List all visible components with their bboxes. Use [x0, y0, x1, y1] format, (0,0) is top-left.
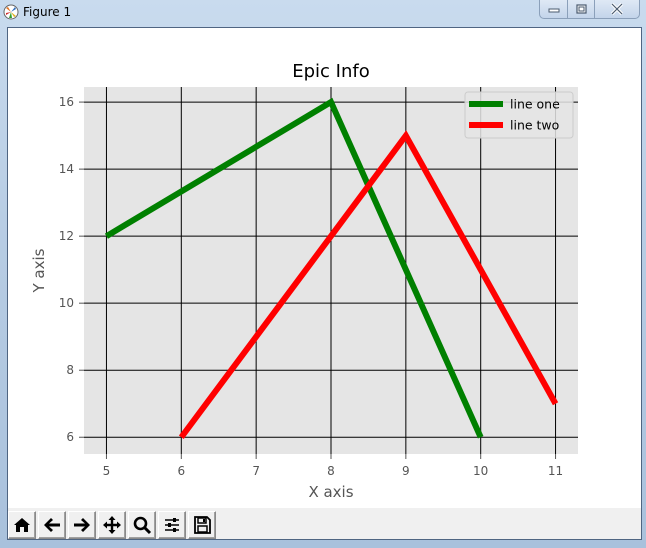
y-tick-label: 16 [59, 95, 74, 109]
back-button[interactable] [38, 511, 66, 539]
configure-button[interactable] [158, 511, 186, 539]
navigation-toolbar [7, 508, 642, 540]
x-tick-label: 5 [103, 464, 111, 478]
y-tick-label: 12 [59, 229, 74, 243]
legend-label: line one [510, 97, 560, 112]
y-tick-label: 8 [66, 363, 74, 377]
x-tick-label: 9 [402, 464, 410, 478]
x-tick-label: 11 [548, 464, 563, 478]
arrow-right-icon [74, 518, 90, 532]
home-icon [14, 518, 30, 532]
chart: 5 6 7 8 9 10 11 6 8 10 12 14 16 Epic Info X axis Y a… [30, 61, 578, 501]
figure-window: Figure 1 5 6 7 8 9 10 11 6 8 10 12 14 16 Epic Info X… [0, 0, 646, 548]
magnifier-icon [133, 516, 152, 535]
x-tick-label: 6 [177, 464, 185, 478]
x-tick-label: 7 [252, 464, 260, 478]
y-tick-label: 10 [59, 296, 74, 310]
x-tick-label: 8 [327, 464, 335, 478]
save-icon [194, 516, 211, 534]
y-tick-label: 14 [59, 162, 74, 176]
y-axis-label: Y axis [30, 248, 48, 293]
sliders-icon [165, 518, 179, 532]
x-axis-label: X axis [308, 483, 353, 501]
home-button[interactable] [8, 511, 36, 539]
zoom-button[interactable] [128, 511, 156, 539]
arrow-left-icon [44, 518, 60, 532]
legend-label: line two [510, 118, 559, 133]
legend: line one line two [464, 91, 574, 139]
y-tick-label: 6 [66, 430, 74, 444]
x-tick-label: 10 [473, 464, 488, 478]
save-button[interactable] [188, 511, 216, 539]
pan-button[interactable] [98, 511, 126, 539]
chart-title: Epic Info [292, 61, 369, 82]
forward-button[interactable] [68, 511, 96, 539]
move-icon [103, 516, 121, 534]
